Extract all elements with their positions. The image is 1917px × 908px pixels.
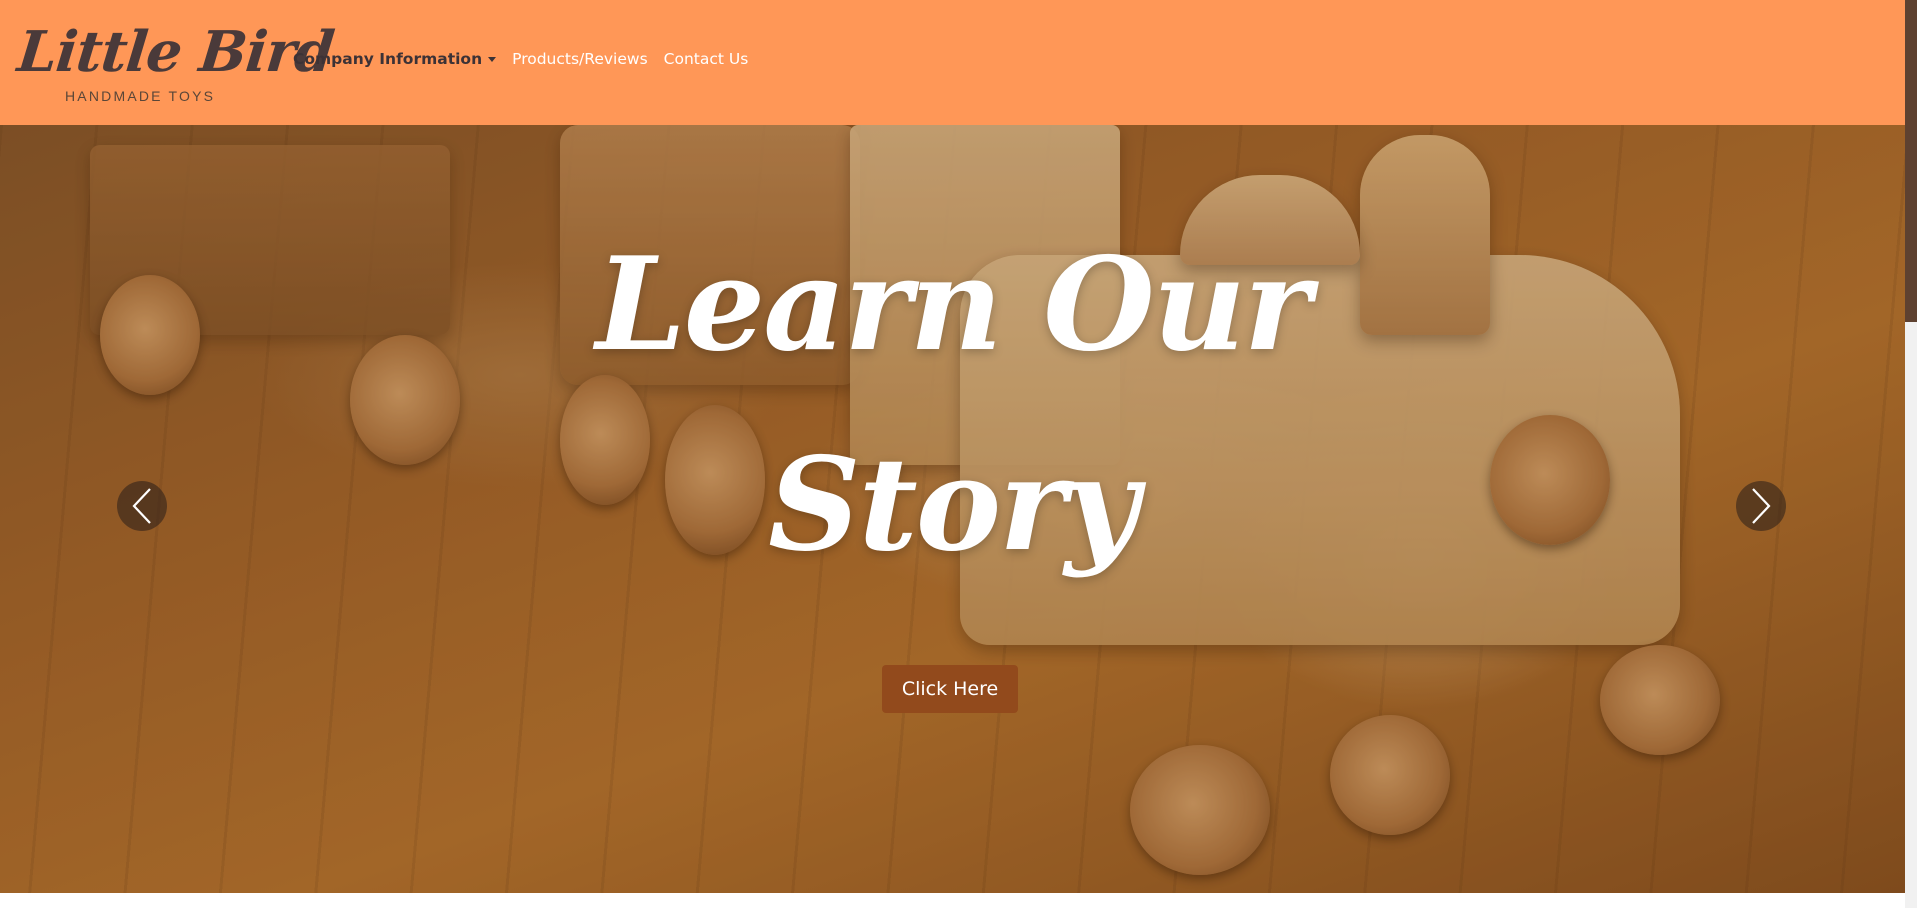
- carousel-next-button[interactable]: [1736, 481, 1786, 531]
- nav-item-products-reviews[interactable]: Products/Reviews: [512, 50, 648, 68]
- chevron-right-icon: [1752, 488, 1771, 524]
- main-nav: Company Information Products/Reviews Con…: [293, 50, 748, 68]
- scrollbar-thumb[interactable]: [1905, 0, 1917, 322]
- brand-name: Little Bird: [14, 19, 337, 85]
- caret-down-icon: [488, 56, 497, 62]
- brand-logo[interactable]: Little Bird HANDMADE TOYS: [15, 12, 337, 110]
- hero-carousel: Learn Our Story Click Here: [0, 125, 1905, 893]
- nav-item-label: Contact Us: [663, 50, 749, 68]
- nav-item-company-information[interactable]: Company Information: [293, 50, 497, 68]
- carousel-prev-button[interactable]: [117, 481, 167, 531]
- page: Little Bird HANDMADE TOYS Company Inform…: [0, 0, 1917, 908]
- nav-item-label: Company Information: [293, 50, 483, 68]
- nav-item-contact-us[interactable]: Contact Us: [664, 50, 749, 68]
- nav-item-label: Products/Reviews: [512, 50, 648, 68]
- hero-title-line-1: Learn Our: [595, 230, 1311, 380]
- click-here-button[interactable]: Click Here: [882, 665, 1018, 713]
- brand-tagline: HANDMADE TOYS: [65, 88, 216, 104]
- hero-title-line-2: Story: [768, 430, 1139, 580]
- page-scrollbar[interactable]: [1905, 0, 1917, 908]
- hero-title: Learn Our Story: [0, 205, 1905, 605]
- navbar: Little Bird HANDMADE TOYS Company Inform…: [0, 0, 1905, 125]
- chevron-left-icon: [132, 488, 151, 524]
